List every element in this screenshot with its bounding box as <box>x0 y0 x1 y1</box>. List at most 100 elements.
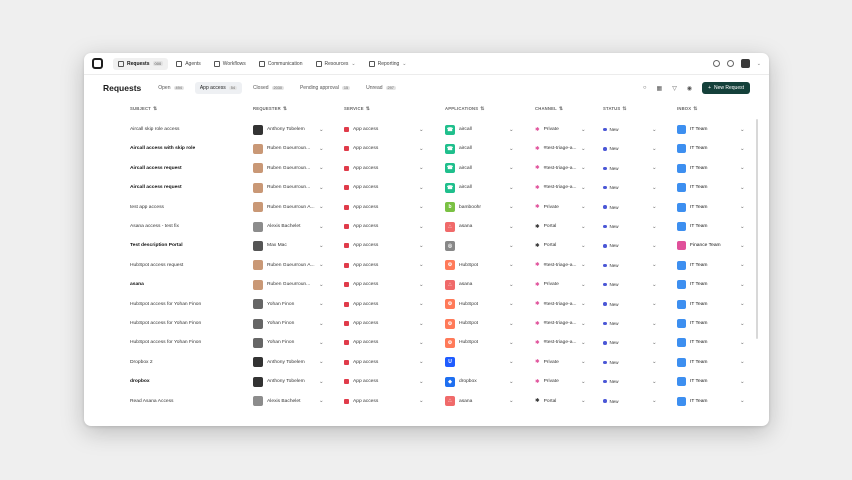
chevron-down-icon[interactable]: ⌄ <box>740 146 745 152</box>
application-cell[interactable]: ⚙ HubSpot <box>445 318 478 329</box>
chevron-down-icon[interactable]: ⌄ <box>419 146 424 152</box>
inbox-cell[interactable]: IT Team <box>677 125 708 134</box>
table-row[interactable]: Aircall access with skip role Ruben Gueu… <box>84 139 769 158</box>
application-cell[interactable]: ◎ <box>445 240 459 251</box>
table-row[interactable]: HubSpot access for Yohan Finon Yohan Fin… <box>84 314 769 333</box>
chevron-down-icon[interactable]: ⌄ <box>319 340 324 346</box>
channel-cell[interactable]: ✱ Portal <box>535 224 556 230</box>
chevron-down-icon[interactable]: ⌄ <box>419 359 424 365</box>
chevron-down-icon[interactable]: ⌄ <box>509 185 514 191</box>
status-badge[interactable]: New <box>603 224 619 229</box>
channel-cell[interactable]: ✱ Private <box>535 282 559 288</box>
chevron-down-icon[interactable]: ⌄ <box>740 398 745 404</box>
chevron-down-icon[interactable]: ⌄ <box>740 282 745 288</box>
nav-workflows[interactable]: Workflows <box>209 58 251 70</box>
chevron-down-icon[interactable]: ⌄ <box>652 359 657 365</box>
table-row[interactable]: Aircall access request Ruben Gueurroun..… <box>84 178 769 197</box>
requester-cell[interactable]: Ruben Gueurroun A... <box>253 202 315 213</box>
chevron-down-icon[interactable]: ⌄ <box>581 359 586 365</box>
channel-cell[interactable]: ✱ Private <box>535 379 559 385</box>
status-badge[interactable]: New <box>603 321 619 326</box>
service-cell[interactable]: App access <box>344 340 378 346</box>
chevron-down-icon[interactable]: ⌄ <box>740 379 745 385</box>
chevron-down-icon[interactable]: ⌄ <box>419 243 424 249</box>
channel-cell[interactable]: ✱ Private <box>535 204 559 210</box>
col-channel[interactable]: CHANNEL ⇅ <box>535 106 563 112</box>
service-cell[interactable]: App access <box>344 127 378 132</box>
table-row[interactable]: HubSpot access request Ruben Gueurroun A… <box>84 256 769 275</box>
filter-app-access[interactable]: App access 54 <box>194 82 242 94</box>
status-badge[interactable]: New <box>603 399 619 404</box>
application-cell[interactable]: ☎ aircall <box>445 124 472 135</box>
requester-cell[interactable]: Yohan Finon <box>253 318 294 329</box>
chevron-down-icon[interactable]: ⌄ <box>419 262 424 268</box>
channel-cell[interactable]: ✱ #test-triage-a... <box>535 340 577 346</box>
chevron-down-icon[interactable]: ⌄ <box>581 398 586 404</box>
application-cell[interactable]: ∴ asana <box>445 221 472 232</box>
inbox-cell[interactable]: IT Team <box>677 163 708 173</box>
new-request-button[interactable]: + New Request <box>702 82 750 94</box>
chevron-down-icon[interactable]: ⌄ <box>581 243 586 249</box>
chevron-down-icon[interactable]: ⌄ <box>509 340 514 346</box>
application-cell[interactable]: ∴ asana <box>445 279 472 290</box>
table-row[interactable]: HubSpot access for Yohan Finon Yohan Fin… <box>84 333 769 352</box>
filter-open[interactable]: Open 494 <box>153 82 189 94</box>
chevron-down-icon[interactable]: ⌄ <box>652 165 657 171</box>
chevron-down-icon[interactable]: ⌄ <box>581 146 586 152</box>
requester-cell[interactable]: Alexis Bachelet <box>253 221 300 232</box>
application-cell[interactable]: ⚙ HubSpot <box>445 337 478 348</box>
chevron-down-icon[interactable]: ⌄ <box>419 379 424 385</box>
filter-closed[interactable]: Closed 2030 <box>248 82 289 94</box>
chevron-down-icon[interactable]: ⌄ <box>509 204 514 210</box>
channel-cell[interactable]: ✱ #test-triage-a... <box>535 185 577 191</box>
service-cell[interactable]: App access <box>344 165 378 171</box>
service-cell[interactable]: App access <box>344 359 378 365</box>
channel-cell[interactable]: ✱ #test-triage-a... <box>535 165 577 171</box>
application-cell[interactable]: ◆ dropbox <box>445 376 477 387</box>
chevron-down-icon[interactable]: ⌄ <box>652 127 657 133</box>
chevron-down-icon[interactable]: ⌄ <box>319 321 324 327</box>
chevron-down-icon[interactable]: ⌄ <box>652 224 657 230</box>
chevron-down-icon[interactable]: ⌄ <box>652 301 657 307</box>
chevron-down-icon[interactable]: ⌄ <box>581 262 586 268</box>
requester-cell[interactable]: Ruben Gueurroun A... <box>253 260 315 271</box>
status-badge[interactable]: New <box>603 166 619 171</box>
chevron-down-icon[interactable]: ⌄ <box>581 340 586 346</box>
inbox-cell[interactable]: Finance Team <box>677 241 721 251</box>
service-cell[interactable]: App access <box>344 379 378 385</box>
chevron-down-icon[interactable]: ⌄ <box>581 321 586 327</box>
chevron-down-icon[interactable]: ⌄ <box>581 282 586 288</box>
chevron-down-icon[interactable]: ⌄ <box>509 127 514 133</box>
chevron-down-icon[interactable]: ⌄ <box>509 146 514 152</box>
inbox-cell[interactable]: IT Team <box>677 396 708 406</box>
table-row[interactable]: Dropbox 2 Anthony Tobelem ⌄ App access ⌄… <box>84 353 769 372</box>
inbox-cell[interactable]: IT Team <box>677 338 708 348</box>
chevron-down-icon[interactable]: ⌄ <box>419 282 424 288</box>
chevron-down-icon[interactable]: ⌄ <box>419 165 424 171</box>
chevron-down-icon[interactable]: ⌄ <box>509 224 514 230</box>
chevron-down-icon[interactable]: ⌄ <box>581 165 586 171</box>
chevron-down-icon[interactable]: ⌄ <box>652 340 657 346</box>
status-badge[interactable]: New <box>603 146 619 151</box>
chevron-down-icon[interactable]: ⌄ <box>740 262 745 268</box>
filter-pending-approval[interactable]: Pending approval 15 <box>295 82 355 94</box>
chevron-down-icon[interactable]: ⌄ <box>319 204 324 210</box>
channel-cell[interactable]: ✱ Private <box>535 127 559 133</box>
channel-cell[interactable]: ✱ Portal <box>535 243 556 249</box>
application-cell[interactable]: U <box>445 357 459 368</box>
inbox-cell[interactable]: IT Team <box>677 222 708 231</box>
chevron-down-icon[interactable]: ⌄ <box>652 282 657 288</box>
col-service[interactable]: SERVICE ⇅ <box>344 106 370 112</box>
service-cell[interactable]: App access <box>344 321 378 326</box>
nav-resources[interactable]: Resources ⌄ <box>311 58 361 70</box>
requester-cell[interactable]: Yohan Finon <box>253 299 294 310</box>
col-inbox[interactable]: INBOX ⇅ <box>677 106 698 112</box>
table-row[interactable]: Test description Portal Max Mac ⌄ App ac… <box>84 236 769 255</box>
application-cell[interactable]: ∴ asana <box>445 396 472 407</box>
chevron-down-icon[interactable]: ⌄ <box>581 379 586 385</box>
chevron-down-icon[interactable]: ⌄ <box>509 243 514 249</box>
chevron-down-icon[interactable]: ⌄ <box>740 127 745 133</box>
app-logo-icon[interactable] <box>92 58 103 69</box>
chevron-down-icon[interactable]: ⌄ <box>740 340 745 346</box>
requester-cell[interactable]: Ruben Gueurroun... <box>253 163 310 174</box>
